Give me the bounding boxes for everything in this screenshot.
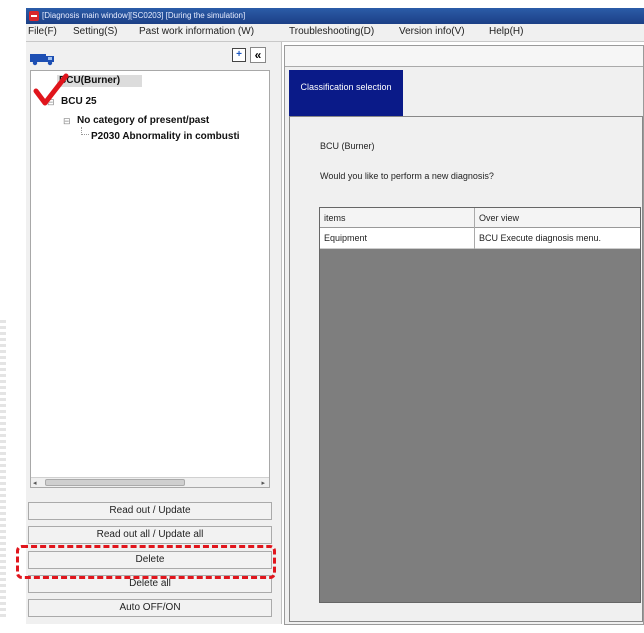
diagnosis-question: Would you like to perform a new diagnosi…	[320, 171, 494, 181]
read-out-all-button[interactable]: Read out all / Update all	[28, 526, 272, 544]
cell-items: Equipment	[324, 233, 368, 243]
tab-classification-selection[interactable]: Classification selection	[289, 70, 403, 116]
window-titlebar: [Diagnosis main window][SC0203] [During …	[26, 8, 644, 24]
checkmark-icon	[33, 73, 69, 106]
unit-label: BCU (Burner)	[320, 141, 375, 151]
auto-off-on-button[interactable]: Auto OFF/ON	[28, 599, 272, 617]
menu-setting[interactable]: Setting(S)	[73, 26, 117, 37]
scrollbar-thumb[interactable]	[45, 479, 185, 486]
diagnosis-tree: BCU(Burner) ⊟ BCU 25 ⊟ No category of pr…	[30, 70, 270, 488]
tree-node-category[interactable]: No category of present/past	[77, 115, 209, 126]
main-top-strip	[285, 46, 643, 67]
left-panel: + « BCU(Burner) ⊟ BCU 25 ⊟ No category o…	[26, 42, 282, 624]
cell-overview: BCU Execute diagnosis menu.	[479, 233, 602, 243]
tree-expander-icon[interactable]: ⊟	[63, 116, 71, 127]
truck-icon	[30, 54, 54, 66]
delete-highlight-annotation	[16, 545, 276, 579]
table-row[interactable]: Equipment BCU Execute diagnosis menu.	[320, 228, 640, 249]
app-icon	[29, 11, 39, 21]
diagnosis-menu-table: items Over view Equipment BCU Execute di…	[319, 207, 641, 603]
menu-file[interactable]: File(F)	[28, 26, 57, 37]
menu-version-info[interactable]: Version info(V)	[399, 26, 465, 37]
main-panel: Classification selection BCU (Burner) Wo…	[284, 45, 644, 625]
menu-past-work[interactable]: Past work information (W)	[139, 26, 254, 37]
expand-tree-button[interactable]: +	[232, 48, 246, 62]
menu-troubleshooting[interactable]: Troubleshooting(D)	[289, 26, 374, 37]
header-items: items	[324, 213, 346, 223]
menu-help[interactable]: Help(H)	[489, 26, 523, 37]
scroll-right-icon[interactable]: ▸	[261, 479, 265, 487]
collapse-panel-button[interactable]: «	[250, 47, 266, 63]
tree-node-root[interactable]: BCU(Burner)	[57, 75, 143, 87]
column-divider	[474, 208, 475, 249]
window-title: [Diagnosis main window][SC0203] [During …	[42, 11, 246, 20]
table-header: items Over view	[320, 208, 640, 228]
horizontal-scrollbar[interactable]: ◂ ▸	[31, 477, 269, 487]
tree-node-dtc[interactable]: P2030 Abnormality in combusti	[91, 131, 240, 142]
header-overview: Over view	[479, 213, 520, 223]
scroll-left-icon[interactable]: ◂	[33, 479, 37, 487]
page-edge-decoration	[0, 320, 6, 620]
read-out-update-button[interactable]: Read out / Update	[28, 502, 272, 520]
tree-connector	[81, 127, 89, 135]
menu-bar: File(F) Setting(S) Past work information…	[26, 24, 644, 42]
